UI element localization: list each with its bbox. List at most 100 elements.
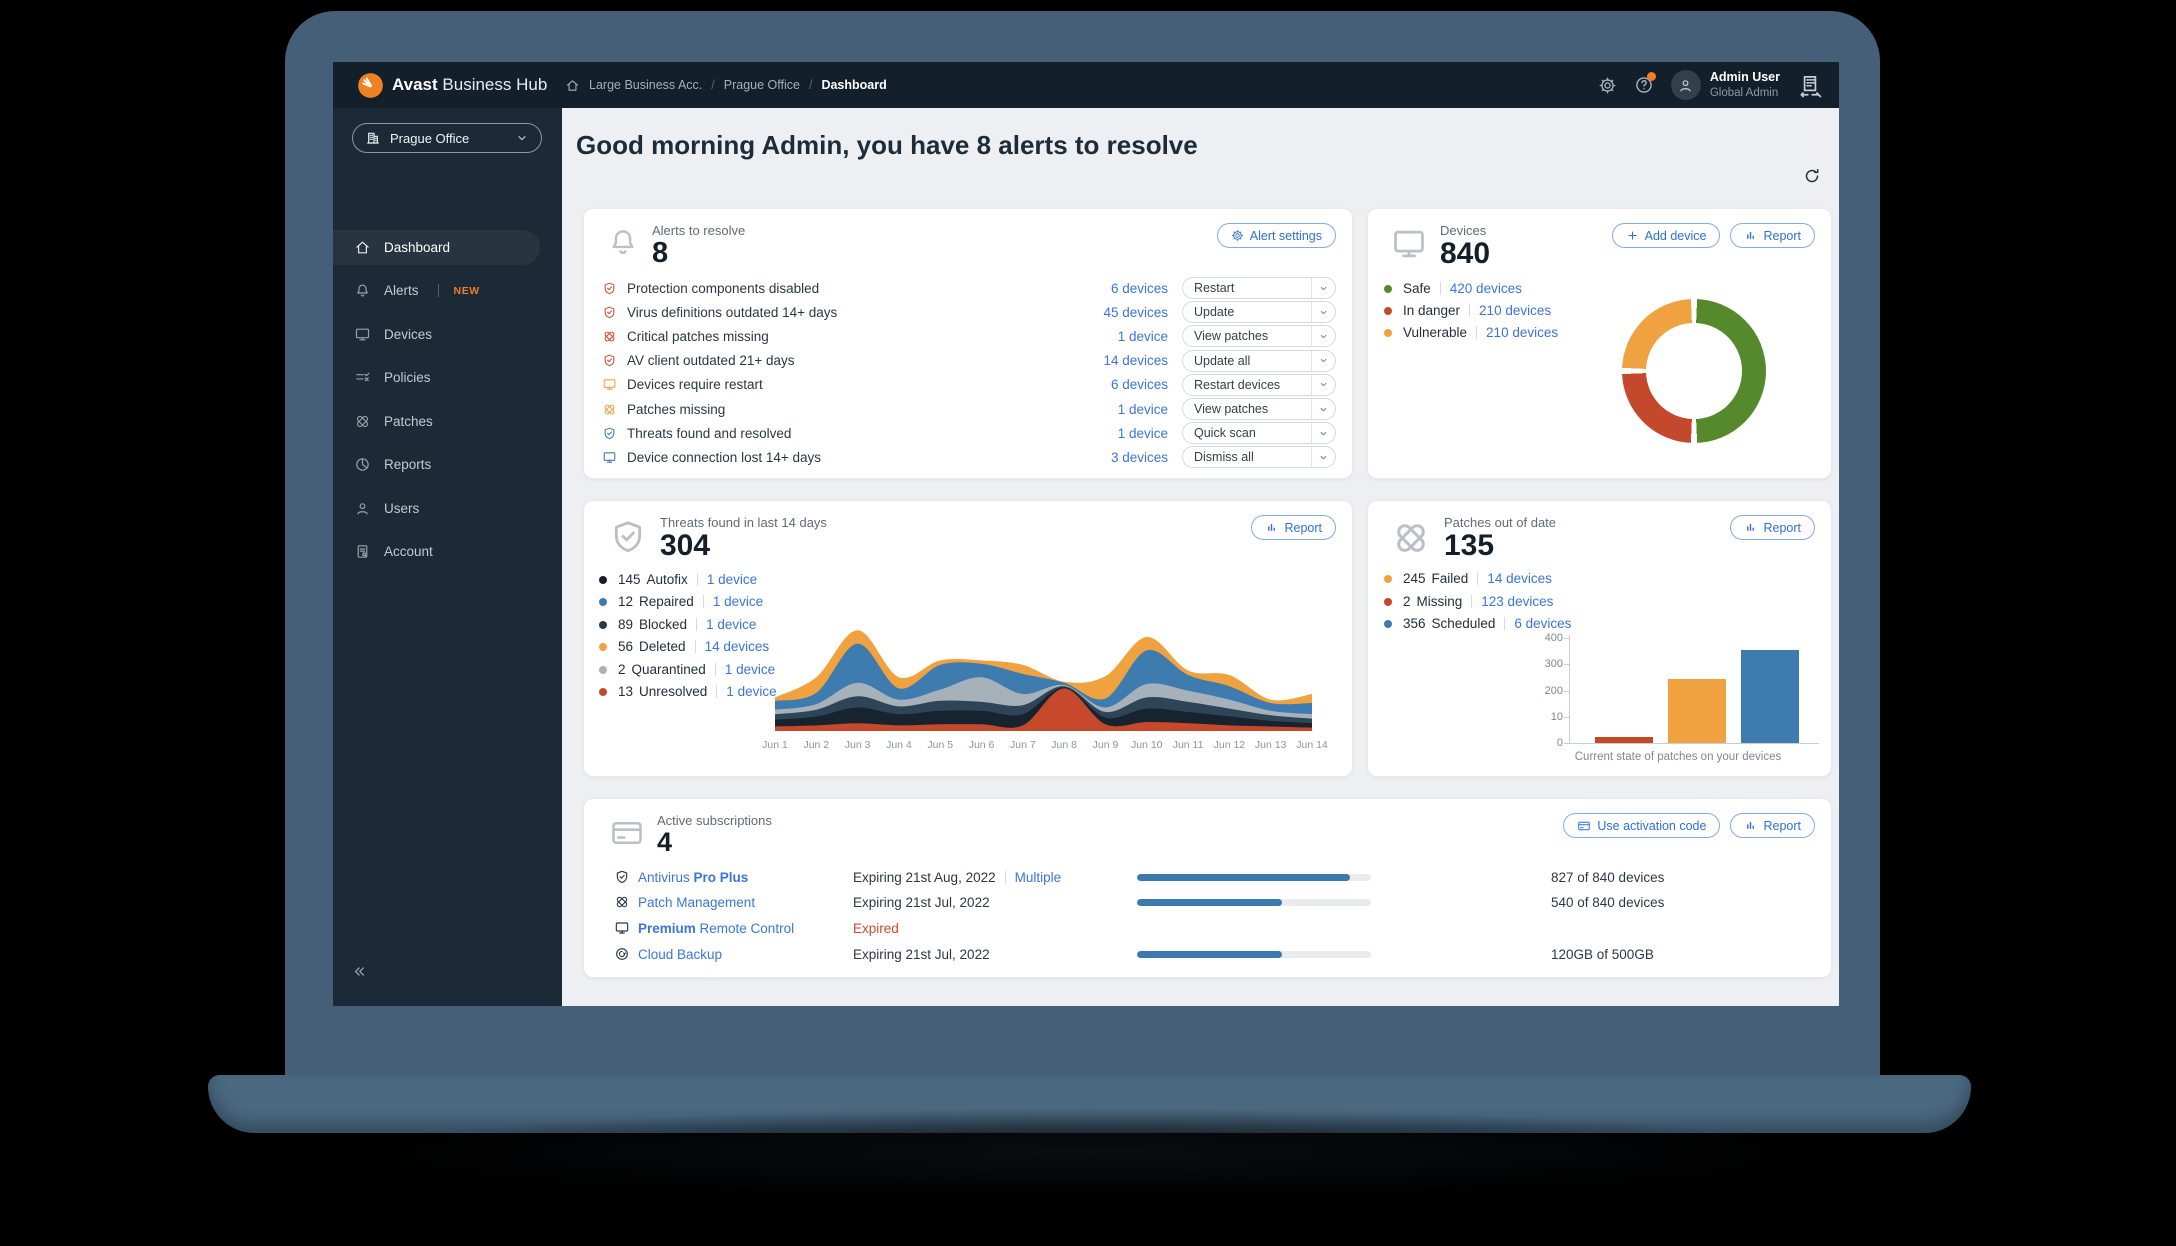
bar-chart-icon — [1265, 521, 1278, 534]
devices-link[interactable]: 6 devices — [1111, 281, 1168, 296]
laptop-shadow — [330, 1108, 1850, 1198]
building-icon — [365, 130, 381, 146]
x-axis-label: Jun 11 — [1172, 739, 1204, 751]
sidebar-item-patches[interactable]: Patches — [333, 400, 562, 444]
patch-icon — [1390, 517, 1432, 559]
legend-dot — [1384, 574, 1392, 583]
home-icon — [354, 239, 371, 256]
threats-card: Threats found in last 14 days 304 Report… — [583, 500, 1353, 777]
company-switch-icon[interactable] — [1797, 72, 1823, 98]
legend-dot — [1384, 328, 1392, 337]
card-icon — [1577, 819, 1591, 833]
breadcrumb-item[interactable]: Large Business Acc. — [589, 78, 702, 92]
breadcrumb-item[interactable]: Prague Office — [724, 78, 800, 92]
chevrons-left-icon — [351, 963, 368, 980]
legend-dot — [599, 575, 607, 584]
devices-link[interactable]: 45 devices — [1103, 305, 1168, 320]
devices-link[interactable]: 1 device — [1118, 329, 1168, 344]
action-dropdown[interactable]: View patches — [1182, 398, 1336, 421]
plus-icon — [1626, 229, 1639, 242]
devices-link[interactable]: 1 device — [726, 684, 776, 699]
legend-label: Autofix — [646, 572, 688, 587]
multiple-link[interactable]: Multiple — [1015, 870, 1062, 885]
refresh-button[interactable] — [1802, 166, 1822, 186]
alert-label: Threats found and resolved — [627, 425, 792, 441]
report-button[interactable]: Report — [1730, 515, 1815, 540]
action-dropdown[interactable]: Restart — [1182, 277, 1336, 300]
devices-link[interactable]: 1 device — [713, 594, 763, 609]
add-device-button[interactable]: Add device — [1611, 223, 1721, 248]
chevron-down-icon — [1311, 423, 1335, 444]
legend-label: Unresolved — [639, 684, 708, 699]
action-dropdown[interactable]: Quick scan — [1182, 422, 1336, 445]
sidebar-nav: Dashboard Alerts NEW Devices Policies Pa… — [333, 226, 562, 574]
chevron-down-icon — [515, 131, 529, 145]
devices-link[interactable]: 1 device — [1118, 402, 1168, 417]
devices-link[interactable]: 14 devices — [705, 639, 770, 654]
sidebar-item-dashboard[interactable]: Dashboard — [333, 230, 540, 265]
avast-logo-icon — [358, 72, 383, 98]
home-icon[interactable] — [565, 78, 580, 93]
report-button[interactable]: Report — [1251, 515, 1336, 540]
pie-chart-icon — [354, 456, 371, 473]
subscription-name[interactable]: Premium Remote Control — [638, 921, 794, 936]
user-menu[interactable]: Admin User Global Admin — [1670, 70, 1780, 100]
subscription-name[interactable]: Patch Management — [638, 895, 755, 910]
help-icon[interactable] — [1634, 72, 1656, 95]
action-dropdown[interactable]: Update all — [1182, 349, 1336, 372]
action-dropdown[interactable]: Dismiss all — [1182, 446, 1336, 469]
bar-failed — [1668, 678, 1726, 743]
user-icon — [354, 500, 371, 517]
new-badge: NEW — [453, 284, 480, 297]
subscription-name[interactable]: Cloud Backup — [638, 947, 722, 962]
devices-link[interactable]: 1 device — [706, 617, 756, 632]
subscriptions-card: Active subscriptions 4 Use activation co… — [583, 798, 1832, 978]
action-dropdown[interactable]: Update — [1182, 301, 1336, 324]
report-button[interactable]: Report — [1730, 223, 1815, 248]
sidebar-item-reports[interactable]: Reports — [333, 443, 562, 487]
brand-logo: Avast Business Hub — [357, 72, 557, 99]
breadcrumb-current: Dashboard — [821, 78, 887, 92]
patch-icon — [354, 413, 371, 430]
devices-link[interactable]: 210 devices — [1479, 303, 1551, 318]
expiry-text: Expiring 21st Jul, 2022 — [853, 946, 990, 962]
x-axis-label: Jun 12 — [1213, 739, 1246, 751]
devices-link[interactable]: 123 devices — [1481, 594, 1553, 609]
action-dropdown[interactable]: Restart devices — [1182, 373, 1336, 396]
x-axis-label: Jun 14 — [1296, 739, 1328, 751]
devices-link[interactable]: 1 device — [707, 572, 757, 587]
org-selector[interactable]: Prague Office — [352, 123, 542, 153]
chevron-down-icon — [1311, 302, 1335, 323]
sidebar-item-account[interactable]: Account — [333, 530, 562, 574]
report-button[interactable]: Report — [1730, 813, 1815, 838]
subscription-name[interactable]: Antivirus Pro Plus — [638, 870, 748, 885]
devices-link[interactable]: 210 devices — [1486, 325, 1558, 340]
sidebar-item-policies[interactable]: Policies — [333, 356, 562, 400]
sidebar-item-label: Reports — [384, 457, 432, 473]
alert-row: Protection components disabled 6 devices… — [602, 276, 1336, 300]
x-axis-label: Jun 1 — [762, 739, 788, 751]
devices-link[interactable]: 3 devices — [1111, 450, 1168, 465]
alert-settings-button[interactable]: Alert settings — [1216, 223, 1336, 248]
devices-link[interactable]: 6 devices — [1111, 377, 1168, 392]
sidebar-item-users[interactable]: Users — [333, 487, 562, 531]
settings-gear-icon[interactable] — [1598, 76, 1617, 95]
sidebar-item-devices[interactable]: Devices — [333, 313, 562, 357]
subscription-row: Antivirus Pro Plus Expiring 21st Aug, 20… — [584, 865, 1833, 889]
devices-link[interactable]: 1 device — [1118, 426, 1168, 441]
action-dropdown[interactable]: View patches — [1182, 325, 1336, 348]
devices-link[interactable]: 14 devices — [1103, 353, 1168, 368]
bar-chart-icon — [1744, 229, 1757, 242]
devices-link[interactable]: 1 device — [725, 662, 775, 677]
chevron-down-icon — [1311, 326, 1335, 347]
legend-item: 245 Failed 14 devices — [1384, 571, 1552, 586]
chevron-down-icon — [1311, 350, 1335, 371]
sidebar-item-label: Policies — [384, 370, 431, 386]
sidebar-collapse-button[interactable] — [351, 963, 368, 980]
sidebar-item-alerts[interactable]: Alerts NEW — [333, 269, 562, 313]
bar-chart-icon — [1744, 819, 1757, 832]
devices-link[interactable]: 420 devices — [1450, 281, 1522, 296]
use-activation-code-button[interactable]: Use activation code — [1563, 813, 1721, 838]
subscription-row: Patch Management Expiring 21st Jul, 2022… — [584, 890, 1833, 914]
devices-link[interactable]: 14 devices — [1487, 571, 1552, 586]
